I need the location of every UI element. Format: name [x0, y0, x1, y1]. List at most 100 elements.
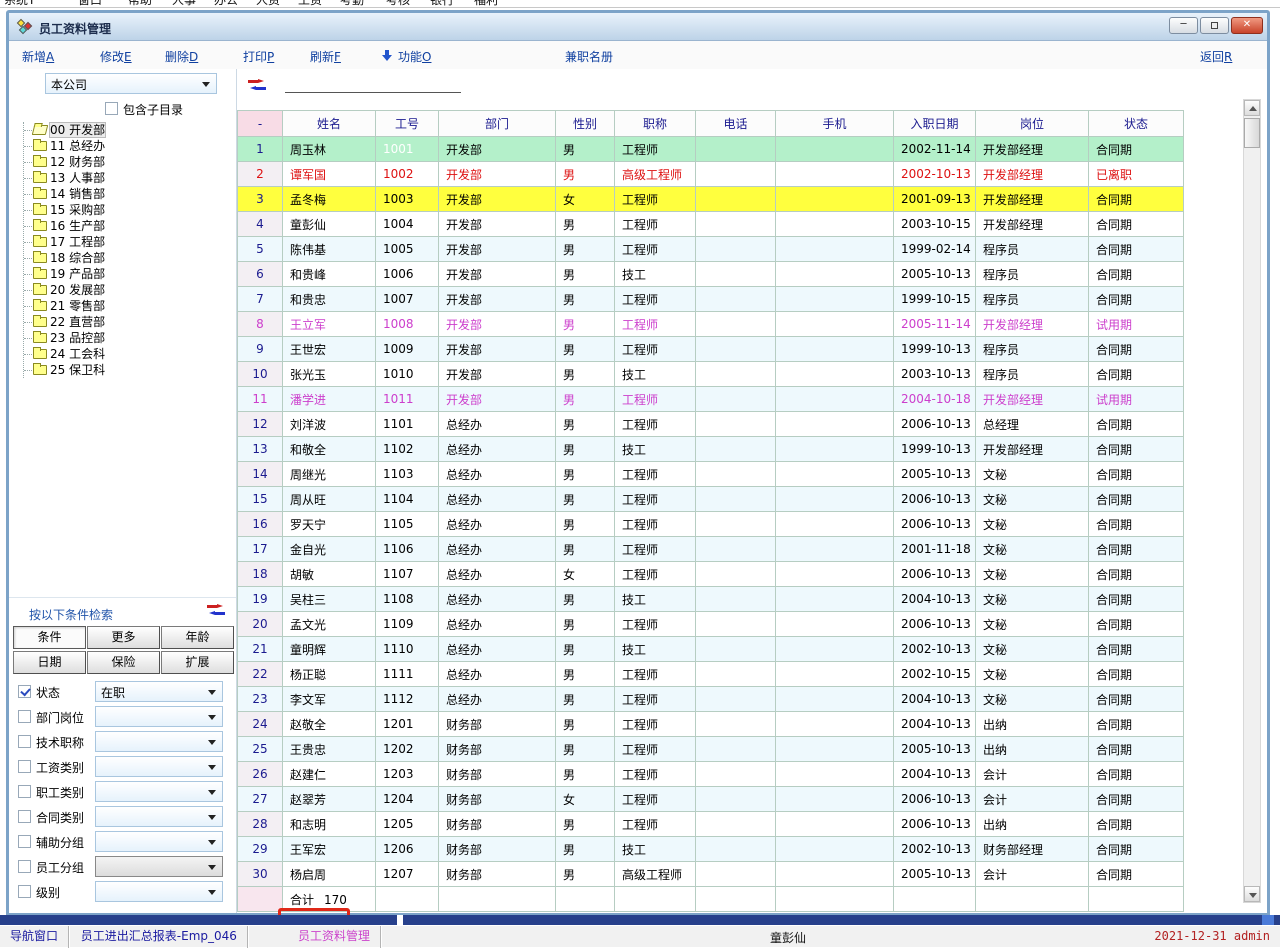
- cell-hired[interactable]: 1999-10-13: [894, 337, 976, 362]
- table-row[interactable]: 5陈伟基1005开发部男工程师1999-02-14程序员合同期: [238, 237, 1184, 262]
- row-number[interactable]: 20: [238, 612, 283, 637]
- cell-sex[interactable]: 男: [556, 837, 615, 862]
- cell-sex[interactable]: 女: [556, 562, 615, 587]
- cell-title[interactable]: 工程师: [615, 137, 696, 162]
- cell-status[interactable]: 合同期: [1089, 237, 1184, 262]
- cell-id[interactable]: 1009: [376, 337, 439, 362]
- cell-id[interactable]: 1001: [376, 137, 439, 162]
- menu-item[interactable]: 银行: [430, 0, 454, 7]
- cell-hired[interactable]: 2001-09-13: [894, 187, 976, 212]
- cell-phone[interactable]: [696, 362, 776, 387]
- cell-phone[interactable]: [696, 637, 776, 662]
- cell-id[interactable]: 1205: [376, 812, 439, 837]
- filter-checkbox[interactable]: [18, 785, 31, 798]
- cell-hired[interactable]: 2004-10-13: [894, 687, 976, 712]
- column-header-7[interactable]: 电话: [696, 111, 776, 137]
- row-number[interactable]: 4: [238, 212, 283, 237]
- sidebar-item-14[interactable]: 14 销售部: [24, 186, 231, 202]
- cell-id[interactable]: 1005: [376, 237, 439, 262]
- cell-phone[interactable]: [696, 562, 776, 587]
- cell-name[interactable]: 王军宏: [283, 837, 376, 862]
- cell-status[interactable]: 合同期: [1089, 537, 1184, 562]
- toolbar-print-button[interactable]: 打印P: [243, 48, 274, 65]
- cell-post[interactable]: 会计: [976, 762, 1089, 787]
- cell-dept[interactable]: 总经办: [439, 662, 556, 687]
- cell-name[interactable]: 赵翠芳: [283, 787, 376, 812]
- cell-hired[interactable]: 2006-10-13: [894, 612, 976, 637]
- quick-search-input[interactable]: [285, 75, 461, 93]
- cell-title[interactable]: 高级工程师: [615, 862, 696, 887]
- cell-name[interactable]: 周玉林: [283, 137, 376, 162]
- cell-phone[interactable]: [696, 737, 776, 762]
- scrollbar-thumb[interactable]: [1244, 118, 1260, 148]
- cell-title[interactable]: 工程师: [615, 762, 696, 787]
- table-row[interactable]: 17金自光1106总经办男工程师2001-11-18文秘合同期: [238, 537, 1184, 562]
- cell-hired[interactable]: 1999-10-13: [894, 437, 976, 462]
- cell-mobile[interactable]: [776, 537, 894, 562]
- cell-title[interactable]: 技工: [615, 637, 696, 662]
- cell-dept[interactable]: 总经办: [439, 437, 556, 462]
- cell-dept[interactable]: 财务部: [439, 837, 556, 862]
- table-row[interactable]: 3孟冬梅1003开发部女工程师2001-09-13开发部经理合同期: [238, 187, 1184, 212]
- cell-hired[interactable]: 2006-10-13: [894, 787, 976, 812]
- cell-title[interactable]: 工程师: [615, 462, 696, 487]
- cell-post[interactable]: 文秘: [976, 637, 1089, 662]
- table-row[interactable]: 1周玉林1001开发部男工程师2002-11-14开发部经理合同期: [238, 137, 1184, 162]
- cell-id[interactable]: 1006: [376, 262, 439, 287]
- cell-title[interactable]: 技工: [615, 362, 696, 387]
- cell-sex[interactable]: 男: [556, 262, 615, 287]
- table-row[interactable]: 28和志明1205财务部男工程师2006-10-13出纳合同期: [238, 812, 1184, 837]
- table-row[interactable]: 6和贵峰1006开发部男技工2005-10-13程序员合同期: [238, 262, 1184, 287]
- cell-title[interactable]: 工程师: [615, 337, 696, 362]
- cell-dept[interactable]: 开发部: [439, 187, 556, 212]
- cell-sex[interactable]: 男: [556, 512, 615, 537]
- column-header-1[interactable]: -: [238, 111, 283, 137]
- cell-name[interactable]: 周从旺: [283, 487, 376, 512]
- cell-mobile[interactable]: [776, 362, 894, 387]
- cell-hired[interactable]: 2002-10-13: [894, 637, 976, 662]
- cell-sex[interactable]: 男: [556, 537, 615, 562]
- cell-sex[interactable]: 女: [556, 787, 615, 812]
- cell-sex[interactable]: 男: [556, 587, 615, 612]
- cell-sex[interactable]: 男: [556, 337, 615, 362]
- cell-hired[interactable]: 2004-10-13: [894, 762, 976, 787]
- row-number[interactable]: 18: [238, 562, 283, 587]
- cell-sex[interactable]: 男: [556, 437, 615, 462]
- cell-id[interactable]: 1008: [376, 312, 439, 337]
- cell-hired[interactable]: 2006-10-13: [894, 562, 976, 587]
- cell-name[interactable]: 李文军: [283, 687, 376, 712]
- sidebar-item-15[interactable]: 15 采购部: [24, 202, 231, 218]
- cell-sex[interactable]: 男: [556, 487, 615, 512]
- cell-sex[interactable]: 男: [556, 812, 615, 837]
- cell-title[interactable]: 工程师: [615, 212, 696, 237]
- cell-sex[interactable]: 男: [556, 762, 615, 787]
- cell-post[interactable]: 总经理: [976, 412, 1089, 437]
- cell-post[interactable]: 出纳: [976, 737, 1089, 762]
- row-number[interactable]: 11: [238, 387, 283, 412]
- cell-hired[interactable]: 2004-10-13: [894, 712, 976, 737]
- cell-phone[interactable]: [696, 537, 776, 562]
- cell-status[interactable]: 合同期: [1089, 287, 1184, 312]
- cell-name[interactable]: 和贵峰: [283, 262, 376, 287]
- row-number[interactable]: 13: [238, 437, 283, 462]
- cell-dept[interactable]: 开发部: [439, 387, 556, 412]
- cell-phone[interactable]: [696, 812, 776, 837]
- vertical-scrollbar[interactable]: [1243, 99, 1261, 903]
- cell-name[interactable]: 周继光: [283, 462, 376, 487]
- cell-phone[interactable]: [696, 862, 776, 887]
- column-header-2[interactable]: 姓名: [283, 111, 376, 137]
- cell-status[interactable]: 合同期: [1089, 637, 1184, 662]
- cell-title[interactable]: 工程师: [615, 687, 696, 712]
- cell-post[interactable]: 文秘: [976, 512, 1089, 537]
- cell-title[interactable]: 工程师: [615, 562, 696, 587]
- cell-hired[interactable]: 2006-10-13: [894, 487, 976, 512]
- cell-status[interactable]: 合同期: [1089, 362, 1184, 387]
- cell-sex[interactable]: 男: [556, 312, 615, 337]
- cell-dept[interactable]: 财务部: [439, 762, 556, 787]
- cell-mobile[interactable]: [776, 262, 894, 287]
- cell-title[interactable]: 工程师: [615, 187, 696, 212]
- toolbar-delete-button[interactable]: 删除D: [165, 48, 198, 65]
- cell-dept[interactable]: 总经办: [439, 587, 556, 612]
- menu-item[interactable]: 办公: [214, 0, 238, 7]
- cell-id[interactable]: 1201: [376, 712, 439, 737]
